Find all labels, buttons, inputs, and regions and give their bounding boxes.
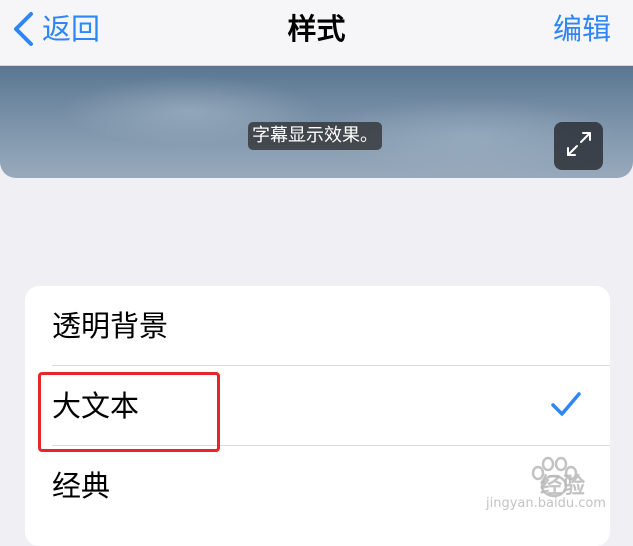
caption-preview: 字幕显示效果。 bbox=[0, 66, 633, 178]
expand-button[interactable] bbox=[554, 122, 603, 170]
checkmark-icon bbox=[550, 390, 582, 422]
page-title: 样式 bbox=[287, 12, 346, 46]
style-option-label: 经典 bbox=[52, 469, 111, 503]
caption-sample-text: 字幕显示效果。 bbox=[248, 122, 382, 150]
edit-button[interactable]: 编辑 bbox=[553, 8, 611, 50]
style-option-transparent-background[interactable]: 透明背景 bbox=[25, 286, 610, 366]
annotation-highlight-box bbox=[38, 372, 220, 452]
expand-icon bbox=[565, 130, 593, 162]
navigation-bar: 返回 样式 编辑 bbox=[0, 0, 633, 66]
watermark: 经验 jingyan.baidu.com bbox=[482, 456, 622, 516]
watermark-url: jingyan.baidu.com bbox=[486, 496, 606, 511]
style-option-label: 透明背景 bbox=[52, 309, 169, 343]
